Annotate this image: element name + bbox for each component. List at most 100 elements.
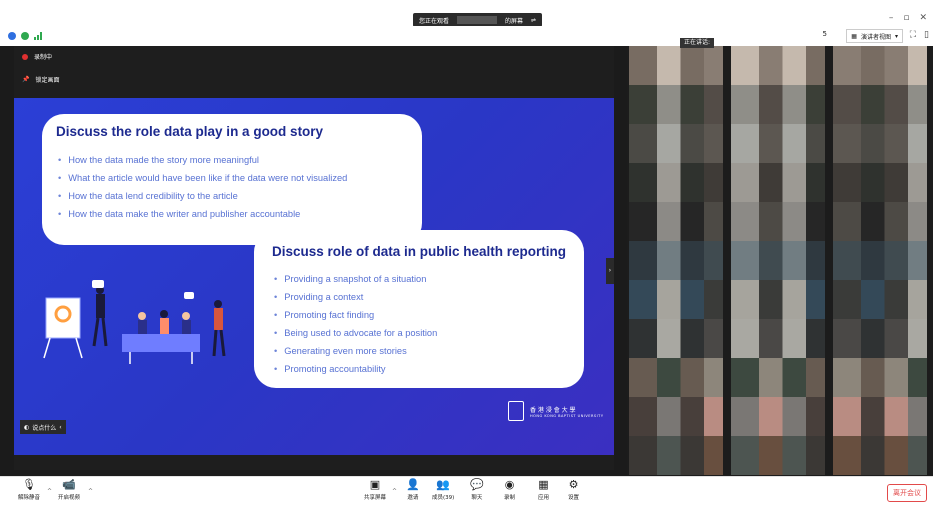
logo-name-zh: 香 港 浸 會 大 學: [530, 406, 576, 414]
participant-video-tile[interactable]: [629, 163, 723, 202]
chevron-down-icon: ▾: [894, 32, 898, 40]
participant-video-tile[interactable]: [833, 397, 927, 436]
annotation-bar[interactable]: ◐ 说点什么 ‹: [20, 420, 66, 434]
share-screen-button[interactable]: ▣ 共享屏幕: [364, 479, 386, 502]
restore-icon[interactable]: ▫: [903, 13, 909, 23]
university-logo: 香 港 浸 會 大 學 HONG KONG BAPTIST UNIVERSITY: [508, 401, 603, 421]
members-icon: 👥: [436, 478, 450, 491]
chat-label: 聊天: [471, 495, 483, 501]
participant-video-tile[interactable]: [731, 319, 825, 358]
participant-video-tile[interactable]: [833, 241, 927, 280]
presenter-name-redacted: [457, 16, 498, 24]
participant-video-tile[interactable]: [731, 436, 825, 475]
mute-options-caret[interactable]: ^: [47, 488, 52, 495]
university-seal-icon: [508, 401, 524, 421]
add-user-icon: 👤: [406, 478, 420, 491]
leave-meeting-button[interactable]: 离开会议: [887, 484, 927, 502]
video-label: 开启视频: [58, 495, 81, 501]
participant-video-tile[interactable]: [629, 319, 723, 358]
participant-video-tile[interactable]: [731, 202, 825, 241]
participant-video-tile[interactable]: [833, 280, 927, 319]
participant-video-tile[interactable]: [629, 280, 723, 319]
minimize-icon[interactable]: –: [889, 13, 894, 23]
participant-video-tile[interactable]: [629, 241, 723, 280]
participant-video-tile[interactable]: [629, 85, 723, 124]
lock-label: 锁定画面: [35, 77, 60, 84]
list-item: How the data make the writer and publish…: [58, 205, 347, 223]
invite-button[interactable]: 👤 邀请: [406, 478, 420, 502]
participant-video-tile[interactable]: [731, 163, 825, 202]
list-item: Providing a context: [274, 288, 437, 306]
participant-video-tile[interactable]: [833, 124, 927, 163]
signal-icon[interactable]: [34, 32, 42, 40]
participant-video-tile[interactable]: [833, 85, 927, 124]
participant-video-tile[interactable]: [833, 319, 927, 358]
bubble1-title: Discuss the role data play in a good sto…: [56, 124, 324, 139]
fullscreen-icon[interactable]: ⛶: [910, 30, 916, 40]
security-shield-icon[interactable]: [21, 32, 29, 40]
record-label: 录制: [504, 495, 516, 501]
participant-video-tile[interactable]: [833, 358, 927, 397]
invite-label: 邀请: [407, 495, 419, 501]
collapse-gallery-button[interactable]: ›: [606, 258, 614, 284]
layout-icon[interactable]: ▯: [924, 30, 929, 40]
members-button[interactable]: 👥 成员(39): [432, 478, 454, 502]
info-icon[interactable]: [8, 32, 16, 40]
record-icon: ◉: [504, 478, 515, 491]
view-options-icon[interactable]: ⇌: [531, 17, 536, 24]
participant-video-tile[interactable]: [731, 124, 825, 163]
participant-video-tile[interactable]: [833, 163, 927, 202]
bubble2-title: Discuss role of data in public health re…: [272, 244, 567, 259]
viewing-label: 您正在观看: [419, 17, 450, 25]
participant-video-tile[interactable]: [629, 124, 723, 163]
participant-video-tile[interactable]: [731, 241, 825, 280]
list-item: How the data made the story more meaning…: [58, 151, 347, 169]
lock-screen-button[interactable]: 📌 锁定画面: [22, 75, 60, 84]
microphone-icon: 🎙: [22, 478, 36, 491]
record-button[interactable]: ◉ 录制: [504, 478, 516, 502]
share-options-caret[interactable]: ^: [392, 488, 397, 495]
speaker-view-label: 演讲者视图: [860, 33, 891, 41]
participant-video-tile[interactable]: [731, 280, 825, 319]
bottom-toolbar: [0, 476, 933, 506]
participant-video-tile[interactable]: [731, 358, 825, 397]
participant-video-tile[interactable]: [833, 202, 927, 241]
shared-slide: Discuss the role data play in a good sto…: [14, 98, 614, 455]
participant-video-tile[interactable]: [731, 397, 825, 436]
participant-video-tile[interactable]: [833, 436, 927, 475]
list-item: Being used to advocate for a position: [274, 324, 437, 342]
recording-dot-icon: [22, 53, 28, 60]
speaker-view-button[interactable]: ▦ 演讲者视图 ▾: [846, 29, 903, 43]
close-icon[interactable]: ✕: [919, 13, 927, 23]
participant-video-tile[interactable]: [629, 46, 723, 85]
participant-video-tile[interactable]: [629, 202, 723, 241]
video-gallery: [627, 46, 933, 476]
title-bar: 您正在观看 的屏幕 ⇌ – ▫ ✕: [0, 0, 933, 27]
list-item: Providing a snapshot of a situation: [274, 270, 437, 288]
participant-video-tile[interactable]: [629, 397, 723, 436]
list-item: How the data lend credibility to the art…: [58, 187, 347, 205]
participant-video-tile[interactable]: [731, 46, 825, 85]
annotate-label: 说点什么: [32, 424, 57, 432]
apps-button[interactable]: ▦ 应用: [538, 479, 550, 502]
settings-button[interactable]: ⚙ 设置: [568, 479, 579, 502]
chevron-left-icon[interactable]: ‹: [59, 424, 61, 431]
annotate-icon[interactable]: ◐: [24, 424, 29, 431]
participant-video-tile[interactable]: [629, 358, 723, 397]
participant-video-tile[interactable]: [731, 85, 825, 124]
viewing-screen-pill[interactable]: 您正在观看 的屏幕 ⇌: [413, 13, 543, 27]
apps-label: 应用: [538, 495, 550, 501]
recording-indicator: 录制中: [22, 52, 52, 61]
recording-label: 录制中: [34, 54, 53, 61]
chat-button[interactable]: 💬 聊天: [470, 478, 484, 502]
video-button[interactable]: 📹 开启视频: [58, 479, 81, 502]
mute-button[interactable]: 🎙 解除静音: [18, 478, 40, 502]
bubble2-list: Providing a snapshot of a situation Prov…: [274, 270, 437, 378]
list-item: Generating even more stories: [274, 342, 437, 360]
chat-icon: 💬: [470, 478, 484, 491]
screen-label: 的屏幕: [505, 17, 524, 25]
video-options-caret[interactable]: ^: [88, 488, 93, 495]
speaking-indicator: 正在讲话:: [680, 38, 715, 48]
participant-video-tile[interactable]: [629, 436, 723, 475]
participant-video-tile[interactable]: [833, 46, 927, 85]
